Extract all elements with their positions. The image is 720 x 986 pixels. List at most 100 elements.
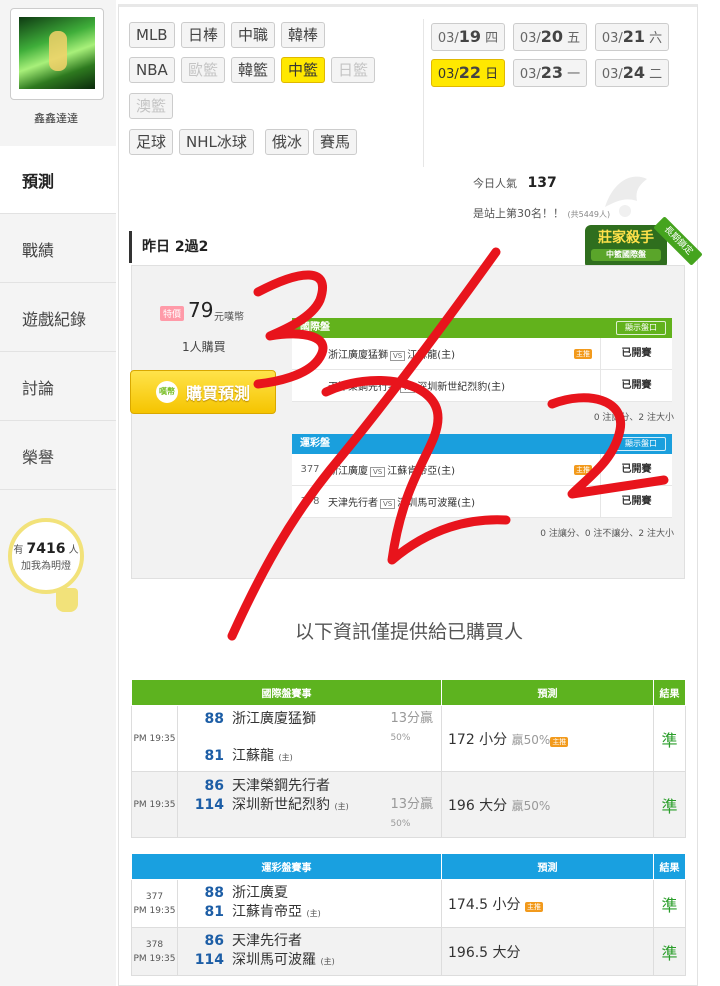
away-line: 88 浙江廣廈猛獅 bbox=[186, 710, 316, 747]
buyers-count: 1人購買 bbox=[182, 340, 226, 354]
sport-tab-soccer[interactable]: 足球 bbox=[129, 129, 174, 155]
away-line: 88 浙江廣夏 bbox=[186, 884, 433, 903]
nav-label: 遊戲紀錄 bbox=[22, 309, 87, 329]
away-score: 86 bbox=[204, 777, 224, 794]
buy-prediction-button[interactable]: 嘆幣 購買預測 bbox=[130, 370, 276, 414]
mini-row: 377 浙江廣廈 VS 江蘇肯帝亞(主) 主推 已開賽 bbox=[292, 453, 672, 486]
date-tab-22[interactable]: 03/22 日 bbox=[431, 59, 505, 87]
lottery-mini-table: 運彩盤 顯示盤口 377 浙江廣廈 VS 江蘇肯帝亞(主) 主推 已開賽 378 天… bbox=[292, 434, 672, 518]
sport-tab-kbo[interactable]: 韓棒 bbox=[281, 22, 326, 48]
fans-badge[interactable]: 有 7416 人 加我為明燈 bbox=[8, 518, 84, 594]
column-header: 國際盤賽事 bbox=[131, 679, 442, 706]
fans-count: 7416 bbox=[26, 540, 66, 557]
mini-away: 浙江廣廈 bbox=[328, 466, 368, 477]
sport-tab-nhl[interactable]: NHL冰球 bbox=[179, 129, 254, 155]
away-team: 浙江廣夏 bbox=[232, 885, 288, 901]
purchaser-only-notice: 以下資訊僅提供給已購買人 bbox=[294, 621, 523, 643]
mini-game-no: 377 bbox=[300, 464, 320, 475]
date-md: 03/ bbox=[437, 67, 459, 82]
date-tab-23[interactable]: 03/23 一 bbox=[513, 59, 587, 87]
date-tab-19[interactable]: 03/19 四 bbox=[431, 23, 505, 51]
sport-tab-korea-basketball[interactable]: 韓籃 bbox=[231, 57, 276, 83]
prediction-cell: 174.5 小分 主推 bbox=[441, 879, 654, 928]
home-score: 81 bbox=[204, 904, 224, 920]
sport-tab-nba[interactable]: NBA bbox=[129, 57, 175, 83]
home-tag: (主) bbox=[306, 909, 321, 918]
game-time: 377 PM 19:35 bbox=[131, 879, 178, 928]
mini-status: 已開賽 bbox=[600, 337, 672, 370]
avatar[interactable] bbox=[19, 17, 95, 89]
username[interactable]: 鑫鑫達達 bbox=[0, 110, 112, 126]
sport-tab-mlb[interactable]: MLB bbox=[129, 22, 175, 48]
prediction-value: 174.5 小分 bbox=[448, 896, 521, 913]
decorative-bird-icon bbox=[605, 176, 647, 217]
away-score: 88 bbox=[204, 711, 224, 727]
fans-prefix: 有 bbox=[13, 544, 24, 556]
mini-row: 浙江廣廈猛獅 VS 江蘇龍(主) 主推 已開賽 bbox=[292, 337, 672, 370]
date-day: 23 bbox=[540, 63, 564, 82]
mini-match: 天津先行者 VS 深圳馬可波羅(主) bbox=[328, 494, 600, 509]
fans-label: 加我為明燈 bbox=[21, 560, 71, 572]
date-tab-21[interactable]: 03/21 六 bbox=[595, 23, 669, 51]
handicap: 13分贏 50% bbox=[390, 796, 433, 833]
date-day: 19 bbox=[458, 27, 482, 46]
avatar-frame[interactable] bbox=[10, 8, 104, 100]
mini-home: 深圳新世紀烈豹(主) bbox=[417, 382, 506, 393]
column-header: 運彩盤賽事 bbox=[131, 853, 442, 880]
sidebar: 鑫鑫達達 預測 戰績 遊戲紀錄 討論 榮譽 有 7416 人 加我為明燈 bbox=[0, 0, 116, 986]
column-header: 預測 bbox=[441, 679, 654, 706]
home-tag: (主) bbox=[320, 957, 335, 966]
sport-tab-china-basketball[interactable]: 中籃 bbox=[281, 57, 326, 83]
date-dow: 五 bbox=[567, 31, 581, 46]
host-pick-tag: 主推 bbox=[574, 348, 592, 359]
popularity-value: 137 bbox=[527, 175, 557, 191]
away-score: 88 bbox=[204, 885, 224, 901]
sport-tab-euro-basketball: 歐籃 bbox=[181, 57, 226, 83]
table-header-row: 國際盤賽事 預測 結果 bbox=[131, 679, 686, 706]
sport-tab-japan-basketball: 日籃 bbox=[331, 57, 376, 83]
coin-icon: 嘆幣 bbox=[155, 381, 178, 403]
date-day: 22 bbox=[458, 63, 482, 82]
prediction-pct: 贏50% bbox=[511, 732, 551, 747]
nav-item-game-history[interactable]: 遊戲紀錄 bbox=[0, 284, 116, 352]
divider bbox=[423, 19, 424, 167]
sport-tab-npb[interactable]: 日棒 bbox=[181, 22, 226, 48]
fans-suffix: 人 bbox=[68, 544, 79, 556]
sport-tab-cpbl[interactable]: 中職 bbox=[231, 22, 276, 48]
game-time-text: PM 19:35 bbox=[133, 953, 176, 964]
teams-cell: 88 浙江廣夏 81 江蘇肯帝亞 (主) bbox=[177, 879, 442, 928]
handicap-pct: 50% bbox=[390, 733, 411, 743]
prediction-cell: 196.5 大分 bbox=[441, 927, 654, 976]
date-day: 20 bbox=[540, 27, 564, 46]
sport-tab-russia-hockey[interactable]: 俄冰 bbox=[265, 129, 310, 155]
date-tab-20[interactable]: 03/20 五 bbox=[513, 23, 587, 51]
nav-item-discuss[interactable]: 討論 bbox=[0, 353, 116, 421]
mini-away: 天津榮鋼先行者 bbox=[328, 382, 398, 393]
intl-result-table: 國際盤賽事 預測 結果 PM 19:35 88 浙江廣廈猛獅 13分贏 50% 81… bbox=[131, 679, 686, 838]
show-odds-button[interactable]: 顯示盤口 bbox=[616, 437, 666, 451]
result-cell: 準 bbox=[653, 705, 686, 772]
home-score: 114 bbox=[194, 796, 224, 813]
mini-header-label: 國際盤 bbox=[300, 322, 330, 333]
page: 鑫鑫達達 預測 戰績 遊戲紀錄 討論 榮譽 有 7416 人 加我為明燈 MLB… bbox=[0, 0, 720, 986]
game-time: PM 19:35 bbox=[131, 705, 178, 772]
home-line: 81 江蘇肯帝亞 (主) bbox=[186, 903, 433, 923]
date-tab-24[interactable]: 03/24 二 bbox=[595, 59, 669, 87]
sport-tab-horse-racing[interactable]: 賽馬 bbox=[313, 129, 358, 155]
mini-header-label: 運彩盤 bbox=[300, 438, 330, 449]
home-line: 81 江蘇龍 (主) bbox=[186, 747, 433, 767]
sport-tab-aus-basketball: 澳籃 bbox=[129, 93, 174, 119]
nav-item-record[interactable]: 戰績 bbox=[0, 215, 116, 283]
mini-match: 浙江廣廈 VS 江蘇肯帝亞(主) bbox=[328, 462, 574, 477]
show-odds-button[interactable]: 顯示盤口 bbox=[616, 321, 666, 335]
mini-row: 378 天津先行者 VS 深圳馬可波羅(主) 已開賽 bbox=[292, 485, 672, 518]
result-cell: 準 bbox=[653, 879, 686, 928]
nav-item-honor[interactable]: 榮譽 bbox=[0, 422, 116, 490]
host-pick-tag: 主推 bbox=[574, 464, 592, 475]
home-line: 114 深圳馬可波羅 (主) bbox=[186, 951, 433, 971]
price-unit: 元嘆幣 bbox=[214, 312, 244, 323]
mini-home: 深圳馬可波羅(主) bbox=[397, 498, 476, 509]
price: 79 bbox=[188, 298, 214, 322]
table-row: 377 PM 19:35 88 浙江廣夏 81 江蘇肯帝亞 (主) 174.5 小分 … bbox=[131, 879, 686, 928]
nav-item-predict[interactable]: 預測 bbox=[0, 146, 116, 214]
